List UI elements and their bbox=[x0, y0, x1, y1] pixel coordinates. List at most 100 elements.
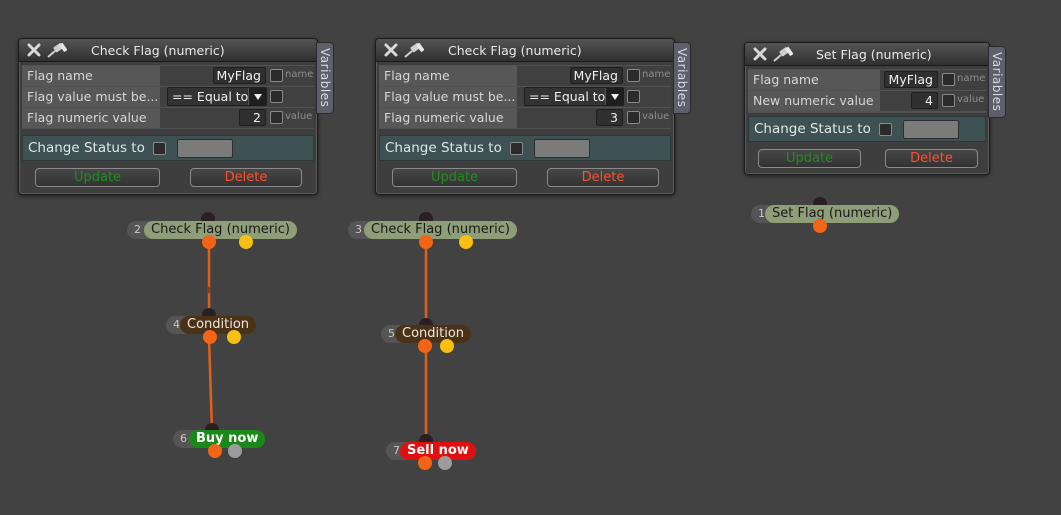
false-output-port[interactable] bbox=[227, 330, 241, 344]
false-output-port[interactable] bbox=[440, 339, 454, 353]
disabled-output-port[interactable] bbox=[228, 444, 242, 458]
variables-tab[interactable]: Variables bbox=[988, 46, 1006, 118]
false-output-port[interactable] bbox=[239, 235, 253, 249]
flag-value-must-be-label: Flag value must be... bbox=[27, 89, 159, 104]
flag-name-variable-checkbox[interactable] bbox=[942, 73, 955, 86]
change-status-checkbox[interactable] bbox=[153, 142, 166, 155]
output-port[interactable] bbox=[418, 456, 432, 470]
flag-name-row: Flag name MyFlag name bbox=[748, 70, 986, 90]
check-flag-panel-1: Check Flag (numeric) Variables Flag name… bbox=[18, 38, 334, 195]
flag-numeric-value-field[interactable]: 2 bbox=[239, 109, 266, 126]
chevron-down-icon[interactable] bbox=[248, 88, 266, 105]
flag-numeric-value-label: Flag numeric value bbox=[384, 110, 504, 125]
status-color-box[interactable] bbox=[534, 139, 590, 158]
new-numeric-value-field[interactable]: 4 bbox=[911, 92, 938, 109]
output-port[interactable] bbox=[813, 219, 827, 233]
update-button[interactable]: Update bbox=[392, 168, 517, 187]
update-button[interactable]: Update bbox=[758, 149, 861, 168]
flag-name-hint: name bbox=[642, 69, 671, 80]
true-output-port[interactable] bbox=[419, 235, 433, 249]
change-status-checkbox[interactable] bbox=[879, 123, 892, 136]
flag-numeric-value-field[interactable]: 3 bbox=[596, 109, 623, 126]
panel-title: Check Flag (numeric) bbox=[91, 43, 225, 58]
false-output-port[interactable] bbox=[459, 235, 473, 249]
close-icon[interactable] bbox=[383, 42, 399, 58]
flag-numeric-value-row: Flag numeric value 2 value bbox=[22, 108, 314, 128]
numeric-variable-checkbox[interactable] bbox=[270, 111, 283, 124]
flag-numeric-value-label: Flag numeric value bbox=[27, 110, 147, 125]
pin-icon[interactable] bbox=[46, 42, 68, 58]
variables-tab-label: Variables bbox=[675, 48, 689, 108]
panel-header: Check Flag (numeric) bbox=[376, 39, 674, 62]
comparison-variable-checkbox[interactable] bbox=[627, 90, 640, 103]
flag-name-label: Flag name bbox=[27, 68, 93, 83]
change-status-label: Change Status to bbox=[28, 140, 145, 156]
close-icon[interactable] bbox=[752, 46, 768, 62]
numeric-variable-checkbox[interactable] bbox=[942, 94, 955, 107]
node-label: Condition bbox=[395, 325, 472, 343]
true-output-port[interactable] bbox=[418, 339, 432, 353]
flag-numeric-value-row: Flag numeric value 3 value bbox=[379, 108, 671, 128]
flag-name-field[interactable]: MyFlag bbox=[213, 67, 266, 84]
flag-name-variable-checkbox[interactable] bbox=[627, 69, 640, 82]
numeric-hint: value bbox=[285, 111, 313, 122]
variables-tab[interactable]: Variables bbox=[316, 42, 334, 114]
output-port[interactable] bbox=[208, 444, 222, 458]
panel-header: Check Flag (numeric) bbox=[19, 39, 317, 62]
set-flag-panel: Set Flag (numeric) Variables Flag name M… bbox=[744, 42, 1006, 175]
properties-area: Flag name MyFlag name New numeric value … bbox=[748, 69, 986, 113]
status-color-box[interactable] bbox=[177, 139, 233, 158]
change-status-label: Change Status to bbox=[385, 140, 502, 156]
disabled-output-port[interactable] bbox=[438, 456, 452, 470]
change-status-row: Change Status to bbox=[22, 135, 314, 161]
node-label: Buy now bbox=[189, 430, 266, 448]
flag-value-must-be-label: Flag value must be... bbox=[384, 89, 516, 104]
numeric-variable-checkbox[interactable] bbox=[627, 111, 640, 124]
true-output-port[interactable] bbox=[202, 235, 216, 249]
new-numeric-value-label: New numeric value bbox=[753, 93, 874, 108]
variables-tab[interactable]: Variables bbox=[673, 42, 691, 114]
comparison-dropdown[interactable]: == Equal to bbox=[524, 87, 624, 106]
update-button[interactable]: Update bbox=[35, 168, 160, 187]
variables-tab-label: Variables bbox=[990, 52, 1004, 112]
flag-name-row: Flag name MyFlag name bbox=[379, 66, 671, 86]
wire-4-6 bbox=[207, 336, 214, 433]
close-icon[interactable] bbox=[26, 42, 42, 58]
flag-name-label: Flag name bbox=[753, 72, 819, 87]
status-color-box[interactable] bbox=[903, 120, 959, 139]
change-status-row: Change Status to bbox=[748, 116, 986, 142]
chevron-down-icon[interactable] bbox=[605, 88, 623, 105]
pin-icon[interactable] bbox=[772, 46, 794, 62]
numeric-hint: value bbox=[957, 94, 985, 105]
panel-title: Set Flag (numeric) bbox=[816, 47, 932, 62]
variables-tab-label: Variables bbox=[318, 48, 332, 108]
flag-name-hint: name bbox=[285, 69, 314, 80]
flag-name-row: Flag name MyFlag name bbox=[22, 66, 314, 86]
flag-value-must-be-row: Flag value must be... == Equal to bbox=[22, 87, 314, 107]
numeric-hint: value bbox=[642, 111, 670, 122]
flag-name-label: Flag name bbox=[384, 68, 450, 83]
change-status-label: Change Status to bbox=[754, 121, 871, 137]
flag-name-hint: name bbox=[957, 73, 986, 84]
change-status-checkbox[interactable] bbox=[510, 142, 523, 155]
pin-icon[interactable] bbox=[403, 42, 425, 58]
node-label: Set Flag (numeric) bbox=[765, 205, 900, 223]
delete-button[interactable]: Delete bbox=[885, 149, 978, 168]
flag-name-field[interactable]: MyFlag bbox=[570, 67, 623, 84]
delete-button[interactable]: Delete bbox=[547, 168, 659, 187]
true-output-port[interactable] bbox=[203, 330, 217, 344]
comparison-dropdown[interactable]: == Equal to bbox=[167, 87, 267, 106]
node-label: Check Flag (numeric) bbox=[144, 221, 297, 239]
check-flag-panel-2: Check Flag (numeric) Variables Flag name… bbox=[375, 38, 691, 195]
flag-name-variable-checkbox[interactable] bbox=[270, 69, 283, 82]
delete-button[interactable]: Delete bbox=[190, 168, 302, 187]
node-label: Sell now bbox=[400, 442, 476, 460]
flag-value-must-be-row: Flag value must be... == Equal to bbox=[379, 87, 671, 107]
panel-title: Check Flag (numeric) bbox=[448, 43, 582, 58]
flag-name-field[interactable]: MyFlag bbox=[884, 71, 938, 88]
comparison-variable-checkbox[interactable] bbox=[270, 90, 283, 103]
new-numeric-value-row: New numeric value 4 value bbox=[748, 91, 986, 111]
comparison-value: == Equal to bbox=[529, 89, 606, 104]
change-status-row: Change Status to bbox=[379, 135, 671, 161]
properties-area: Flag name MyFlag name Flag value must be… bbox=[22, 65, 314, 129]
